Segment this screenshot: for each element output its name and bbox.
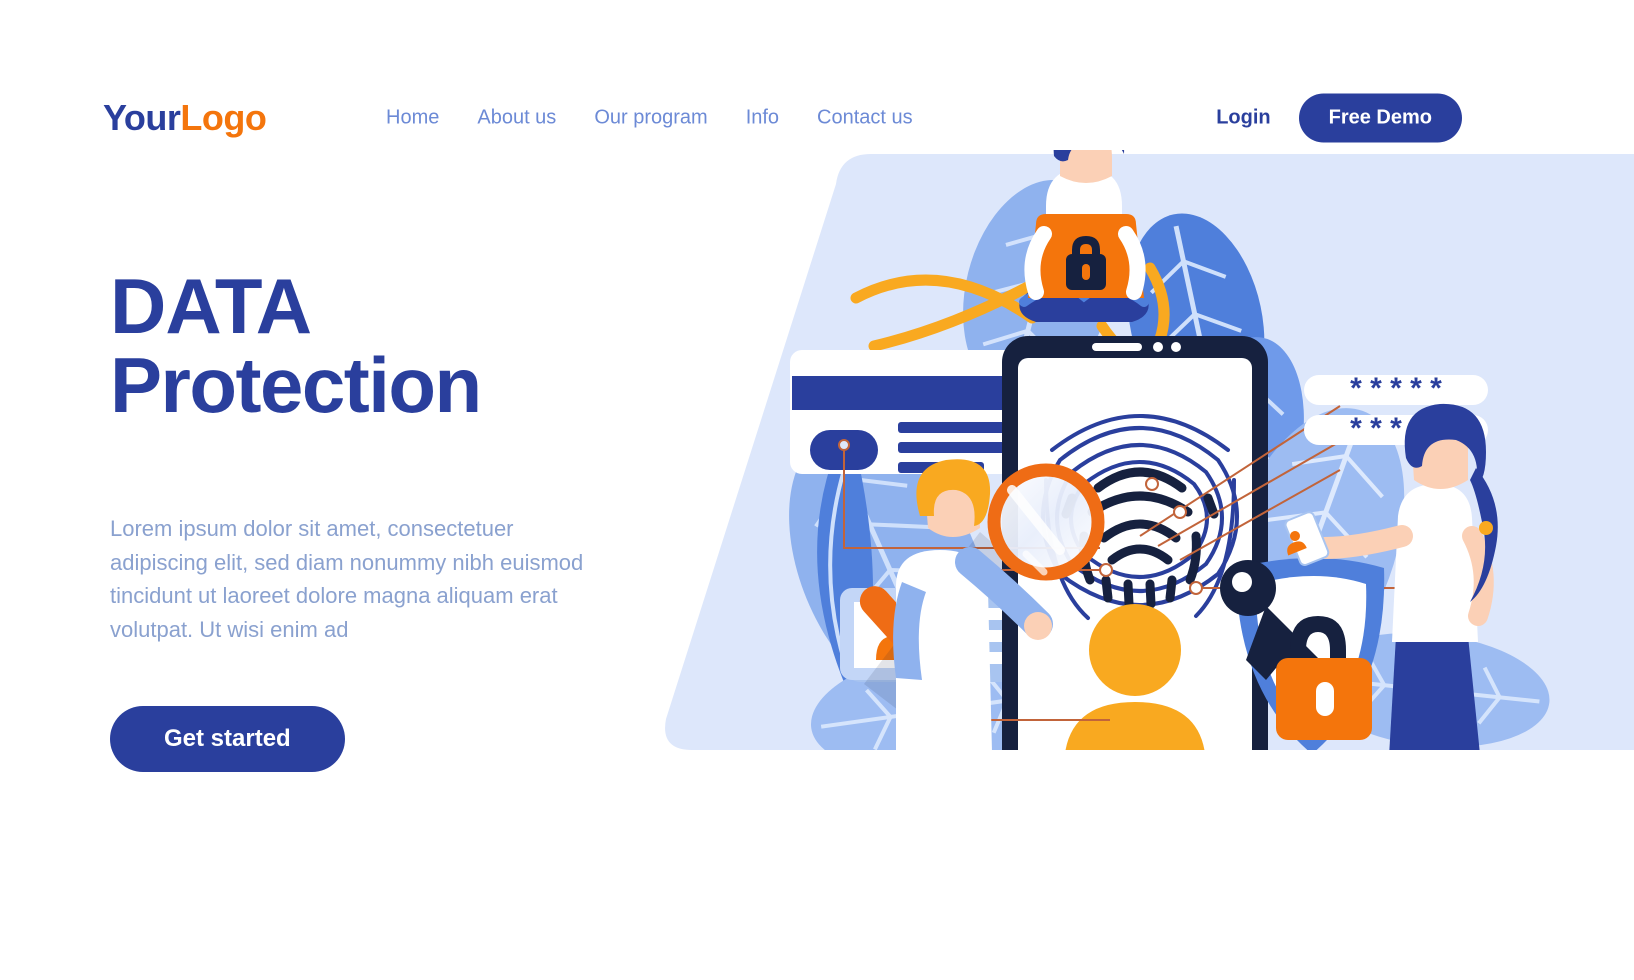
site-header: YourLogo Home About us Our program Info … [0, 84, 1634, 152]
login-link[interactable]: Login [1216, 107, 1270, 130]
logo-part-logo: Logo [180, 97, 267, 138]
nav-item-our-program[interactable]: Our program [594, 107, 707, 130]
hero-paragraph: Lorem ipsum dolor sit amet, consectetuer… [110, 516, 584, 642]
hero-title-line-2: Protection [110, 341, 482, 430]
main-navigation: Home About us Our program Info Contact u… [386, 107, 913, 130]
site-logo[interactable]: YourLogo [103, 97, 267, 139]
hero-illustration: * * * * * * * * * * [640, 150, 1634, 850]
header-actions: Login Free Demo [1216, 93, 1462, 143]
id-card-icon [790, 350, 1034, 474]
logo-part-your: Your [103, 97, 181, 138]
hero-copy: DATA Protection Lorem ipsum dolor sit am… [110, 262, 630, 773]
nav-item-home[interactable]: Home [386, 107, 439, 130]
get-started-button[interactable]: Get started [110, 706, 345, 773]
free-demo-button[interactable]: Free Demo [1298, 93, 1462, 143]
nav-item-about-us[interactable]: About us [477, 107, 556, 130]
password-row-1: * * * * * [1350, 372, 1442, 405]
landing-page: YourLogo Home About us Our program Info … [0, 0, 1634, 980]
nav-item-contact-us[interactable]: Contact us [817, 107, 913, 130]
nav-item-info[interactable]: Info [746, 107, 779, 130]
hero-title-line-1: DATA [110, 262, 312, 350]
